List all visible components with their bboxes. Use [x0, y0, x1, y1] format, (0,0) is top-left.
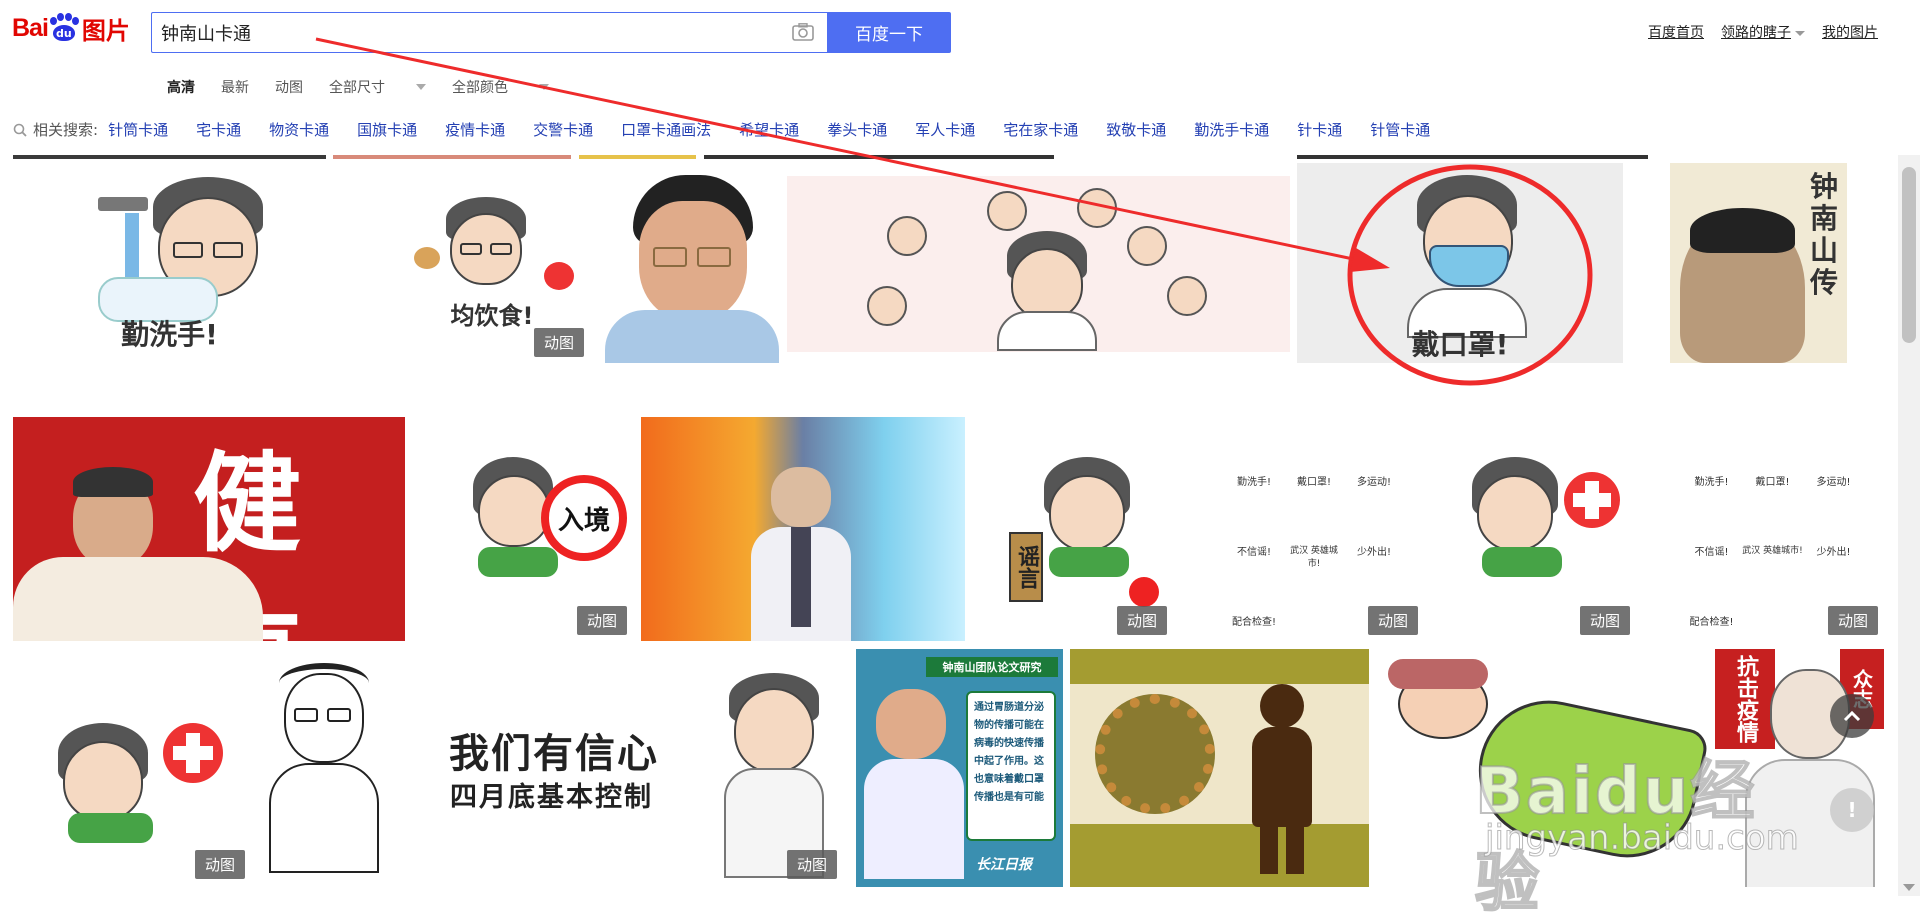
image-tile[interactable]: 勤洗手! 戴口罩! 多运动! 不信谣! 武汉 英雄城市! 少外出! 配合检查! … — [1661, 417, 1884, 641]
related-tag[interactable]: 物资卡通 — [269, 119, 329, 140]
image-tile[interactable]: 健康 — [13, 417, 405, 641]
tile-caption: 戴口罩! — [1411, 328, 1509, 361]
filter-latest[interactable]: 最新 — [221, 77, 249, 97]
news-title: 钟南山团队论文研究 — [926, 657, 1058, 677]
related-tag[interactable]: 口罩卡通画法 — [621, 119, 711, 140]
related-searches: 相关搜索: 针筒卡通 宅卡通 物资卡通 国旗卡通 疫情卡通 交警卡通 口罩卡通画… — [13, 119, 1458, 140]
animated-badge: 动图 — [576, 606, 627, 635]
caret-down-icon — [539, 84, 549, 90]
search-button[interactable]: 百度一下 — [827, 12, 951, 53]
animated-badge: 动图 — [1116, 606, 1167, 635]
image-tile[interactable]: 钟南山传 — [1670, 163, 1847, 363]
link-user-menu[interactable]: 领路的瞎子 — [1721, 22, 1805, 42]
image-tile[interactable]: 动图 — [13, 663, 251, 885]
animated-badge: 动图 — [786, 850, 837, 879]
related-tag[interactable]: 拳头卡通 — [827, 119, 887, 140]
camera-icon[interactable] — [792, 23, 814, 41]
image-tile[interactable] — [641, 417, 965, 641]
image-tile[interactable] — [259, 663, 398, 885]
image-tile[interactable]: 入境 动图 — [423, 417, 633, 641]
image-tile[interactable] — [1378, 649, 1714, 887]
news-body: 通过胃肠道分泌物的传播可能在病毒的快速传播中起了作用。这也意味着戴口罩传播也是有… — [966, 691, 1056, 841]
link-baidu-home[interactable]: 百度首页 — [1648, 22, 1704, 42]
filter-bar: 高清 最新 动图 全部尺寸 全部颜色 — [167, 77, 575, 97]
image-tile[interactable] — [605, 175, 779, 363]
related-tag[interactable]: 疫情卡通 — [445, 119, 505, 140]
image-tile[interactable]: 抗击疫情 众志 — [1715, 649, 1884, 887]
filter-color[interactable]: 全部颜色 — [452, 77, 549, 97]
image-tile[interactable]: 我们有信心 四月底基本控制 — [406, 663, 706, 885]
related-tag[interactable]: 勤洗手卡通 — [1194, 119, 1269, 140]
image-tile[interactable]: 勤洗手! 戴口罩! 多运动! 不信谣! 武汉 英雄城市! 少外出! 配合检查! … — [1204, 417, 1424, 641]
logo-tupian: 图片 — [81, 16, 130, 45]
sign-text: 入境 — [541, 475, 627, 561]
related-tag[interactable]: 国旗卡通 — [357, 119, 417, 140]
animated-badge: 动图 — [533, 328, 584, 357]
tile-caption: 均饮食! — [450, 302, 534, 330]
image-tile[interactable] — [1070, 649, 1369, 887]
related-tag[interactable]: 军人卡通 — [915, 119, 975, 140]
poster-text: 抗击疫情 — [1715, 649, 1775, 749]
related-tag[interactable]: 针卡通 — [1297, 119, 1342, 140]
exclamation-icon: ! — [1847, 798, 1857, 822]
related-tag[interactable]: 宅卡通 — [196, 119, 241, 140]
related-tag[interactable]: 针筒卡通 — [108, 119, 168, 140]
back-to-top-button[interactable] — [1830, 694, 1874, 738]
related-tag[interactable]: 希望卡通 — [739, 119, 799, 140]
related-label: 相关搜索: — [33, 121, 99, 139]
animated-badge: 动图 — [194, 850, 245, 879]
header: Bai du 图片 百度一下 百度首页 领路的瞎子 我的图片 高清 最新 动图 … — [0, 0, 1920, 155]
search-input[interactable] — [161, 13, 761, 52]
related-tag[interactable]: 针管卡通 — [1370, 119, 1430, 140]
tile-headline: 我们有信心 — [449, 731, 659, 777]
image-tile[interactable]: 钟南山团队论文研究 通过胃肠道分泌物的传播可能在病毒的快速传播中起了作用。这也意… — [856, 649, 1063, 887]
image-grid: 勤洗手! 均饮食! 动图 戴口罩! 钟南山传 健 入境 动图 谣言 动图 勤洗手… — [0, 155, 1898, 896]
animated-badge: 动图 — [1367, 606, 1418, 635]
scroll-down-icon[interactable] — [1903, 884, 1915, 891]
related-tag[interactable]: 交警卡通 — [533, 119, 593, 140]
image-tile[interactable]: 戴口罩! — [1297, 163, 1623, 363]
filter-size[interactable]: 全部尺寸 — [329, 77, 426, 97]
newspaper-logo: 长江日报 — [976, 857, 1032, 873]
chevron-up-icon — [1843, 710, 1861, 722]
tile-subline: 四月底基本控制 — [450, 782, 653, 813]
scrollbar[interactable] — [1898, 155, 1920, 896]
image-tile[interactable]: 动图 — [1452, 417, 1636, 641]
related-tag[interactable]: 宅在家卡通 — [1003, 119, 1078, 140]
image-tile[interactable]: 均饮食! 动图 — [394, 187, 590, 363]
baidu-image-logo[interactable]: Bai du 图片 — [12, 8, 130, 48]
tile-caption: 勤洗手! — [121, 318, 218, 351]
link-my-images[interactable]: 我的图片 — [1822, 22, 1878, 42]
related-tag[interactable]: 致敬卡通 — [1106, 119, 1166, 140]
caret-down-icon — [416, 84, 426, 90]
logo-du: du — [52, 25, 75, 41]
image-tile[interactable]: 勤洗手! — [13, 167, 326, 363]
caret-down-icon — [1795, 30, 1805, 36]
image-tile[interactable]: 谣言 动图 — [989, 417, 1173, 641]
search-box — [151, 12, 827, 53]
filter-animated[interactable]: 动图 — [275, 77, 303, 97]
feedback-button[interactable]: ! — [1830, 788, 1874, 832]
image-tile[interactable] — [333, 155, 571, 159]
logo-bai: Bai — [12, 13, 49, 42]
filter-hd[interactable]: 高清 — [167, 77, 195, 97]
top-links: 百度首页 领路的瞎子 我的图片 — [1648, 22, 1878, 42]
image-tile[interactable]: 动图 — [714, 663, 843, 885]
image-tile[interactable] — [579, 155, 696, 159]
search-icon — [13, 123, 27, 137]
image-tile[interactable] — [787, 176, 1290, 352]
animated-badge: 动图 — [1579, 606, 1630, 635]
image-tile[interactable] — [13, 155, 326, 159]
sign-text: 谣言 — [1009, 532, 1043, 602]
image-tile[interactable] — [704, 155, 1054, 159]
scrollbar-thumb[interactable] — [1902, 167, 1916, 343]
book-title: 钟南山传 — [1810, 170, 1839, 299]
animated-badge: 动图 — [1827, 606, 1878, 635]
paw-icon: du — [49, 13, 79, 43]
image-tile[interactable] — [1297, 155, 1648, 159]
